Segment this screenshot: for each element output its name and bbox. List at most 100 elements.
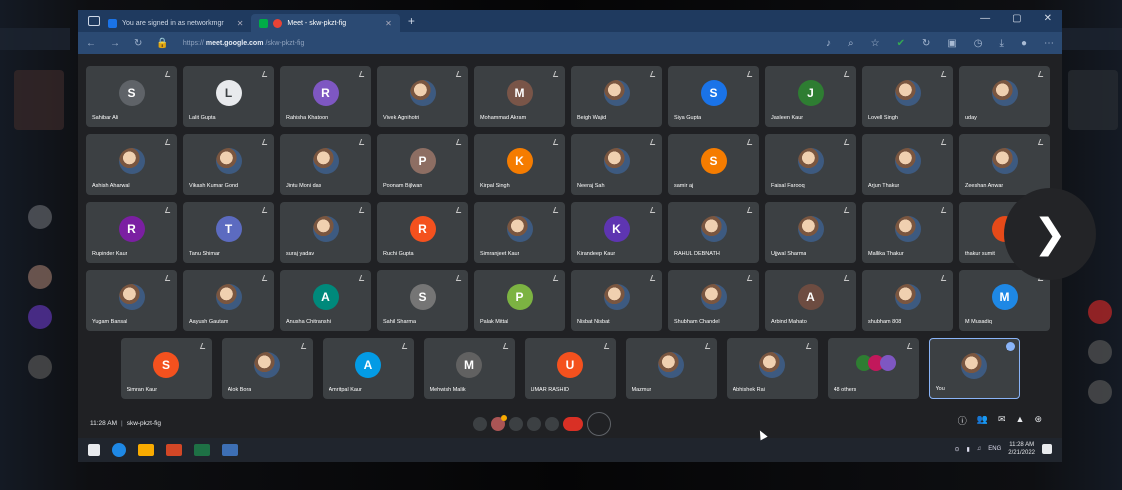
file-explorer-icon[interactable] (138, 444, 154, 456)
others-tile[interactable]: 48 others (827, 338, 919, 399)
participant-tile[interactable]: Arjun Thakur (862, 134, 953, 195)
clock[interactable]: 11:28 AM 2/21/2022 (1008, 441, 1035, 457)
participant-tile[interactable]: A Amritpal Kaur (322, 338, 414, 399)
language-indicator[interactable]: ENG (988, 446, 1001, 452)
favorite-icon[interactable]: ☆ (871, 38, 880, 49)
participant-tile[interactable]: M Mohammad Akram (474, 66, 565, 127)
edge-icon[interactable] (112, 443, 126, 457)
participant-tile[interactable]: P Poonam Bijlwan (377, 134, 468, 195)
people-icon[interactable]: 👥 (977, 414, 988, 427)
participant-tile[interactable]: R Rahisha Khatoon (280, 66, 371, 127)
host-controls-icon[interactable]: ⊛ (1034, 414, 1042, 427)
refresh-icon[interactable]: ↻ (134, 38, 142, 49)
participant-tile[interactable]: J Jasleen Kaur (765, 66, 856, 127)
participant-tile[interactable]: Lovell Singh (862, 66, 953, 127)
participant-tile[interactable]: Mallika Thakur (862, 202, 953, 263)
participant-tile[interactable]: S Siya Gupta (668, 66, 759, 127)
more-options-icon[interactable] (1005, 342, 1015, 351)
participant-tile[interactable]: M M Musadiq (959, 270, 1050, 331)
participant-tile[interactable]: suraj yadav (280, 202, 371, 263)
participant-tile[interactable]: K Kirandeep Kaur (571, 202, 662, 263)
camera-button[interactable] (491, 415, 507, 431)
participant-tile[interactable]: R Rupinder Kaur (86, 202, 177, 263)
participant-tile[interactable]: You (928, 338, 1020, 399)
mic-button[interactable] (473, 417, 487, 431)
extension-icon[interactable]: ✔ (897, 38, 905, 49)
participant-tile[interactable]: M Mehwish Malik (423, 338, 515, 399)
participant-tile[interactable]: shubham 808 (862, 270, 953, 331)
back-icon[interactable]: ← (86, 38, 96, 49)
participant-tile[interactable]: Ujjwal Sharma (765, 202, 856, 263)
participant-tile[interactable]: A Anusha Chitranshi (280, 270, 371, 331)
participant-tile[interactable]: Ashish Aharwal (86, 134, 177, 195)
forward-icon[interactable]: → (110, 38, 120, 49)
check-button[interactable] (587, 412, 611, 436)
network-icon[interactable]: ⊙ (954, 446, 959, 453)
participant-tile[interactable]: K Kirpal Singh (474, 134, 565, 195)
start-icon[interactable] (88, 444, 100, 456)
participant-tile[interactable]: S Simran Kaur (120, 338, 212, 399)
avatar: S (118, 80, 145, 106)
participant-tile[interactable]: Alok Bora (221, 338, 313, 399)
participant-tile[interactable]: Simranjeet Kaur (474, 202, 565, 263)
close-icon[interactable]: ✕ (237, 19, 244, 28)
participant-tile[interactable]: Beigh Wajid (571, 66, 662, 127)
refresh-ext-icon[interactable]: ↻ (922, 38, 930, 49)
participant-tile[interactable]: T Tanu Shimar (183, 202, 274, 263)
more-options-button[interactable] (545, 417, 559, 431)
volume-icon[interactable]: ♫ (977, 446, 982, 452)
tab-meet[interactable]: Meet - skw-pkzt-fig ✕ (251, 14, 400, 32)
participant-tile[interactable]: Jintu Moni das (280, 134, 371, 195)
participant-tile[interactable]: Yugam Bansal (86, 270, 177, 331)
captions-button[interactable] (509, 417, 523, 431)
participant-tile[interactable]: uday (959, 66, 1050, 127)
tab-account[interactable]: You are signed in as networkmgr ✕ (100, 14, 251, 32)
maximize-icon[interactable]: ▢ (1012, 13, 1021, 24)
participant-tile[interactable]: L Lalit Gupta (183, 66, 274, 127)
participant-tile[interactable]: Neeraj Sah (571, 134, 662, 195)
participant-tile[interactable]: RAHUL DEBNATH (668, 202, 759, 263)
profile-icon[interactable]: ● (1021, 38, 1027, 49)
close-window-icon[interactable]: ✕ (1044, 13, 1052, 24)
notifications-icon[interactable] (1042, 444, 1052, 454)
participant-tile[interactable]: Ssamir aj (668, 134, 759, 195)
collections-icon[interactable]: ▣ (947, 38, 956, 49)
participant-tile[interactable]: P Palak Mittal (474, 270, 565, 331)
participant-tile[interactable]: Zeeshan Anwar (959, 134, 1050, 195)
chat-icon[interactable]: ✉ (998, 414, 1006, 427)
next-slide-button[interactable]: ❯ (1004, 188, 1096, 280)
battery-icon[interactable]: ▮ (966, 446, 969, 453)
participant-tile[interactable]: R Ruchi Gupta (377, 202, 468, 263)
powerpoint-icon[interactable] (166, 444, 182, 456)
more-icon[interactable]: ⋯ (1044, 38, 1054, 49)
participant-tile[interactable]: Shubham Chandel (668, 270, 759, 331)
participant-tile[interactable]: S Sahibar Ali (86, 66, 177, 127)
present-button[interactable] (527, 417, 541, 431)
zoom-icon[interactable]: ⌕ (848, 38, 854, 49)
meeting-code[interactable]: skw-pkzt-fig (127, 420, 161, 427)
participant-tile[interactable]: Vikash Kumar Gond (183, 134, 274, 195)
download-icon[interactable]: ⤓ (1000, 38, 1004, 49)
new-tab-icon[interactable]: + (400, 14, 423, 28)
info-icon[interactable]: ⓘ (958, 414, 967, 427)
microphone-icon[interactable]: ♪ (826, 38, 831, 49)
participant-tile[interactable]: Aayush Gautam (183, 270, 274, 331)
tab-actions-icon[interactable] (88, 16, 100, 26)
teams-icon[interactable] (222, 444, 238, 456)
history-icon[interactable]: ◷ (974, 38, 983, 49)
participant-tile[interactable]: U UMAR RASHID (524, 338, 616, 399)
activities-icon[interactable]: ▲ (1016, 414, 1025, 427)
url-field[interactable]: https://meet.google.com/skw-pkzt-fig (183, 40, 305, 47)
participant-tile[interactable]: S Sahil Sharma (377, 270, 468, 331)
participant-tile[interactable]: Vivek Agnihotri (377, 66, 468, 127)
participant-tile[interactable]: Abhishek Rai (726, 338, 818, 399)
excel-icon[interactable] (194, 444, 210, 456)
minimize-icon[interactable]: — (980, 13, 990, 24)
participant-tile[interactable]: A Arbind Mahato (765, 270, 856, 331)
leave-call-button[interactable] (563, 417, 583, 431)
participant-tile[interactable]: Faisal Farooq (765, 134, 856, 195)
close-icon[interactable]: ✕ (385, 19, 392, 28)
participant-tile[interactable]: Mazmur (625, 338, 717, 399)
participant-tile[interactable]: Nisbat Nisbat (571, 270, 662, 331)
mic-muted-icon (401, 343, 409, 349)
